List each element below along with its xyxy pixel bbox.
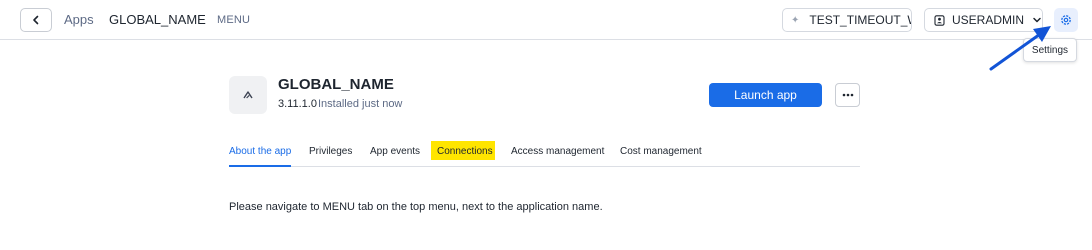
user-badge-icon [934,14,945,26]
tab-app-events[interactable]: App events [370,146,420,157]
top-bar: Apps GLOBAL_NAME MENU ✦ TEST_TIMEOUT_WH … [0,0,1092,40]
tab-privileges[interactable]: Privileges [309,146,352,157]
tab-cost-management[interactable]: Cost management [620,146,702,157]
warehouse-label: TEST_TIMEOUT_WH [809,13,911,27]
app-logo-icon [243,91,253,99]
app-version: 3.11.1.0 [278,98,317,110]
breadcrumb-app-name: GLOBAL_NAME [109,12,206,27]
dot-icon: ✦ [791,14,800,26]
active-tab-indicator [229,165,291,167]
tab-access-management[interactable]: Access management [511,146,604,157]
chevron-left-icon [33,15,39,25]
menu-tab[interactable]: MENU [217,14,250,26]
app-logo [229,76,267,114]
breadcrumb-apps-link[interactable]: Apps [64,12,94,27]
install-status: Installed just now [318,98,403,110]
more-options-button[interactable] [835,83,860,107]
warehouse-selector[interactable]: ✦ TEST_TIMEOUT_WH [782,8,912,32]
tab-connections[interactable]: Connections [437,146,493,157]
instruction-text: Please navigate to MENU tab on the top m… [229,201,603,213]
launch-app-button[interactable]: Launch app [709,83,822,107]
arrow-icon [989,26,1051,71]
app-tabs: About the app Privileges App events Conn… [229,140,860,167]
ellipsis-icon [842,93,853,97]
app-title: GLOBAL_NAME [278,76,394,93]
tab-about-the-app[interactable]: About the app [229,146,291,157]
back-button[interactable] [20,8,52,32]
